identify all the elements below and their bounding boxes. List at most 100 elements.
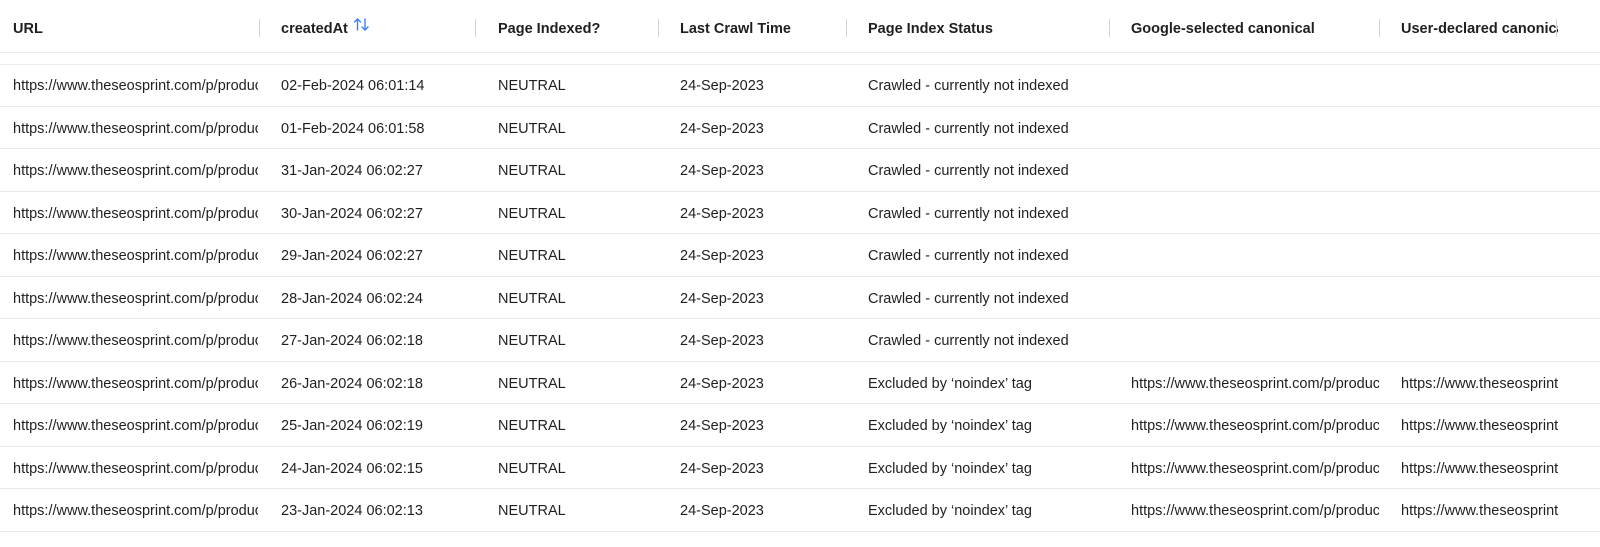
table-body: https://www.theseosprint.com/p/products 0…: [0, 64, 1600, 532]
column-resize-handle[interactable]: [475, 19, 476, 37]
cell-status: Excluded by ‘noindex’ tag: [868, 460, 1032, 477]
cell-url[interactable]: https://www.theseosprint.com/p/products: [13, 447, 258, 489]
column-header-label: Google-selected canonical: [1131, 21, 1315, 37]
cell-google[interactable]: [1131, 277, 1379, 319]
column-header-page-index-status[interactable]: Page Index Status: [868, 0, 1103, 52]
cell-status: Crawled - currently not indexed: [868, 120, 1069, 137]
cell-user[interactable]: [1401, 319, 1558, 361]
cell-crawl: 24-Sep-2023: [680, 503, 764, 519]
cell-url[interactable]: https://www.theseosprint.com/p/products: [13, 192, 258, 234]
cell-status: Crawled - currently not indexed: [868, 290, 1069, 307]
cell-indexed: NEUTRAL: [498, 418, 566, 434]
cell-user[interactable]: https://www.theseosprint.com/p/products: [1401, 404, 1558, 446]
cell-status: Excluded by ‘noindex’ tag: [868, 375, 1032, 392]
cell-url[interactable]: https://www.theseosprint.com/p/products: [13, 404, 258, 446]
cell-crawl: 24-Sep-2023: [680, 120, 764, 137]
column-header-label: Page Indexed?: [498, 21, 601, 37]
cell-user[interactable]: [1401, 277, 1558, 319]
table-row[interactable]: https://www.theseosprint.com/p/products 0…: [0, 107, 1600, 149]
cell-crawl: 24-Sep-2023: [680, 248, 764, 264]
table-header: URL createdAt Page Indexed? Last Crawl T…: [0, 0, 1600, 53]
cell-user[interactable]: [1401, 192, 1558, 234]
cell-created: 29-Jan-2024 06:02:27: [281, 248, 423, 264]
cell-created: 23-Jan-2024 06:02:13: [281, 503, 423, 519]
cell-indexed: NEUTRAL: [498, 163, 566, 179]
cell-indexed: NEUTRAL: [498, 503, 566, 519]
cell-status: Crawled - currently not indexed: [868, 248, 1069, 264]
cell-google[interactable]: [1131, 149, 1379, 191]
column-header-page-indexed[interactable]: Page Indexed?: [498, 0, 648, 52]
cell-url[interactable]: https://www.theseosprint.com/p/products: [13, 319, 258, 361]
cell-google[interactable]: https://www.theseosprint.com/p/products: [1131, 447, 1379, 489]
column-resize-handle[interactable]: [1109, 19, 1110, 37]
cell-user[interactable]: https://www.theseosprint.com/p/products: [1401, 362, 1558, 404]
cell-google[interactable]: [1131, 107, 1379, 149]
table-row[interactable]: https://www.theseosprint.com/p/products 2…: [0, 362, 1600, 404]
cell-crawl: 24-Sep-2023: [680, 290, 764, 307]
cell-indexed: NEUTRAL: [498, 375, 566, 392]
cell-user[interactable]: [1401, 234, 1558, 276]
table-row[interactable]: https://www.theseosprint.com/p/products 2…: [0, 447, 1600, 489]
cell-url[interactable]: https://www.theseosprint.com/p/products: [13, 149, 258, 191]
column-resize-handle[interactable]: [1379, 19, 1380, 37]
cell-url[interactable]: https://www.theseosprint.com/p/products: [13, 234, 258, 276]
column-header-label: URL: [13, 21, 43, 37]
cell-user[interactable]: [1401, 107, 1558, 149]
column-header-label: Page Index Status: [868, 21, 993, 37]
table-row[interactable]: https://www.theseosprint.com/p/products 2…: [0, 404, 1600, 447]
table-row[interactable]: https://www.theseosprint.com/p/products 3…: [0, 192, 1600, 234]
cell-google[interactable]: https://www.theseosprint.com/p/products: [1131, 489, 1379, 531]
cell-status: Crawled - currently not indexed: [868, 78, 1069, 94]
cell-indexed: NEUTRAL: [498, 205, 566, 222]
cell-user[interactable]: [1401, 149, 1558, 191]
cell-status: Crawled - currently not indexed: [868, 205, 1069, 222]
cell-crawl: 24-Sep-2023: [680, 375, 764, 392]
cell-crawl: 24-Sep-2023: [680, 418, 764, 434]
cell-google[interactable]: [1131, 192, 1379, 234]
cell-created: 02-Feb-2024 06:01:14: [281, 78, 425, 94]
cell-google[interactable]: [1131, 319, 1379, 361]
cell-created: 27-Jan-2024 06:02:18: [281, 333, 423, 349]
cell-google[interactable]: [1131, 64, 1379, 106]
cell-google[interactable]: https://www.theseosprint.com/p/products: [1131, 404, 1379, 446]
column-header-label: Last Crawl Time: [680, 21, 791, 37]
table-row[interactable]: https://www.theseosprint.com/p/products 2…: [0, 234, 1600, 277]
table-row[interactable]: https://www.theseosprint.com/p/products 0…: [0, 64, 1600, 107]
cell-google[interactable]: [1131, 234, 1379, 276]
sort-ascending-icon[interactable]: [353, 0, 370, 52]
cell-indexed: NEUTRAL: [498, 78, 566, 94]
cell-url[interactable]: https://www.theseosprint.com/p/products: [13, 362, 258, 404]
column-resize-handle[interactable]: [846, 19, 847, 37]
cell-url[interactable]: https://www.theseosprint.com/p/products: [13, 64, 258, 106]
column-resize-handle[interactable]: [658, 19, 659, 37]
column-resize-handle[interactable]: [1556, 19, 1557, 37]
cell-created: 28-Jan-2024 06:02:24: [281, 290, 423, 307]
cell-user[interactable]: https://www.theseosprint.com/p/products: [1401, 447, 1558, 489]
cell-created: 24-Jan-2024 06:02:15: [281, 460, 423, 477]
column-header-label: createdAt: [281, 21, 348, 37]
column-header-createdat[interactable]: createdAt: [281, 0, 466, 52]
column-header-label: User-declared canonical: [1401, 21, 1558, 37]
cell-indexed: NEUTRAL: [498, 290, 566, 307]
cell-url[interactable]: https://www.theseosprint.com/p/products: [13, 489, 258, 531]
cell-created: 26-Jan-2024 06:02:18: [281, 375, 423, 392]
table-row[interactable]: https://www.theseosprint.com/p/products 2…: [0, 489, 1600, 532]
cell-url[interactable]: https://www.theseosprint.com/p/products: [13, 107, 258, 149]
column-header-google-selected-canonical[interactable]: Google-selected canonical: [1131, 0, 1371, 52]
table-row[interactable]: https://www.theseosprint.com/p/products 2…: [0, 277, 1600, 319]
cell-crawl: 24-Sep-2023: [680, 333, 764, 349]
column-resize-handle[interactable]: [259, 19, 260, 37]
cell-user[interactable]: [1401, 64, 1558, 106]
table-row[interactable]: https://www.theseosprint.com/p/products 2…: [0, 319, 1600, 362]
column-header-url[interactable]: URL: [13, 0, 253, 52]
cell-indexed: NEUTRAL: [498, 333, 566, 349]
cell-user[interactable]: https://www.theseosprint.com/p/products: [1401, 489, 1558, 531]
cell-google[interactable]: https://www.theseosprint.com/p/products: [1131, 362, 1379, 404]
table-row[interactable]: https://www.theseosprint.com/p/products 3…: [0, 149, 1600, 192]
cell-status: Crawled - currently not indexed: [868, 163, 1069, 179]
column-header-last-crawl-time[interactable]: Last Crawl Time: [680, 0, 840, 52]
data-grid: URL createdAt Page Indexed? Last Crawl T…: [0, 0, 1600, 547]
column-header-user-declared-canonical[interactable]: User-declared canonical: [1401, 0, 1558, 52]
cell-url[interactable]: https://www.theseosprint.com/p/products: [13, 277, 258, 319]
cell-crawl: 24-Sep-2023: [680, 78, 764, 94]
